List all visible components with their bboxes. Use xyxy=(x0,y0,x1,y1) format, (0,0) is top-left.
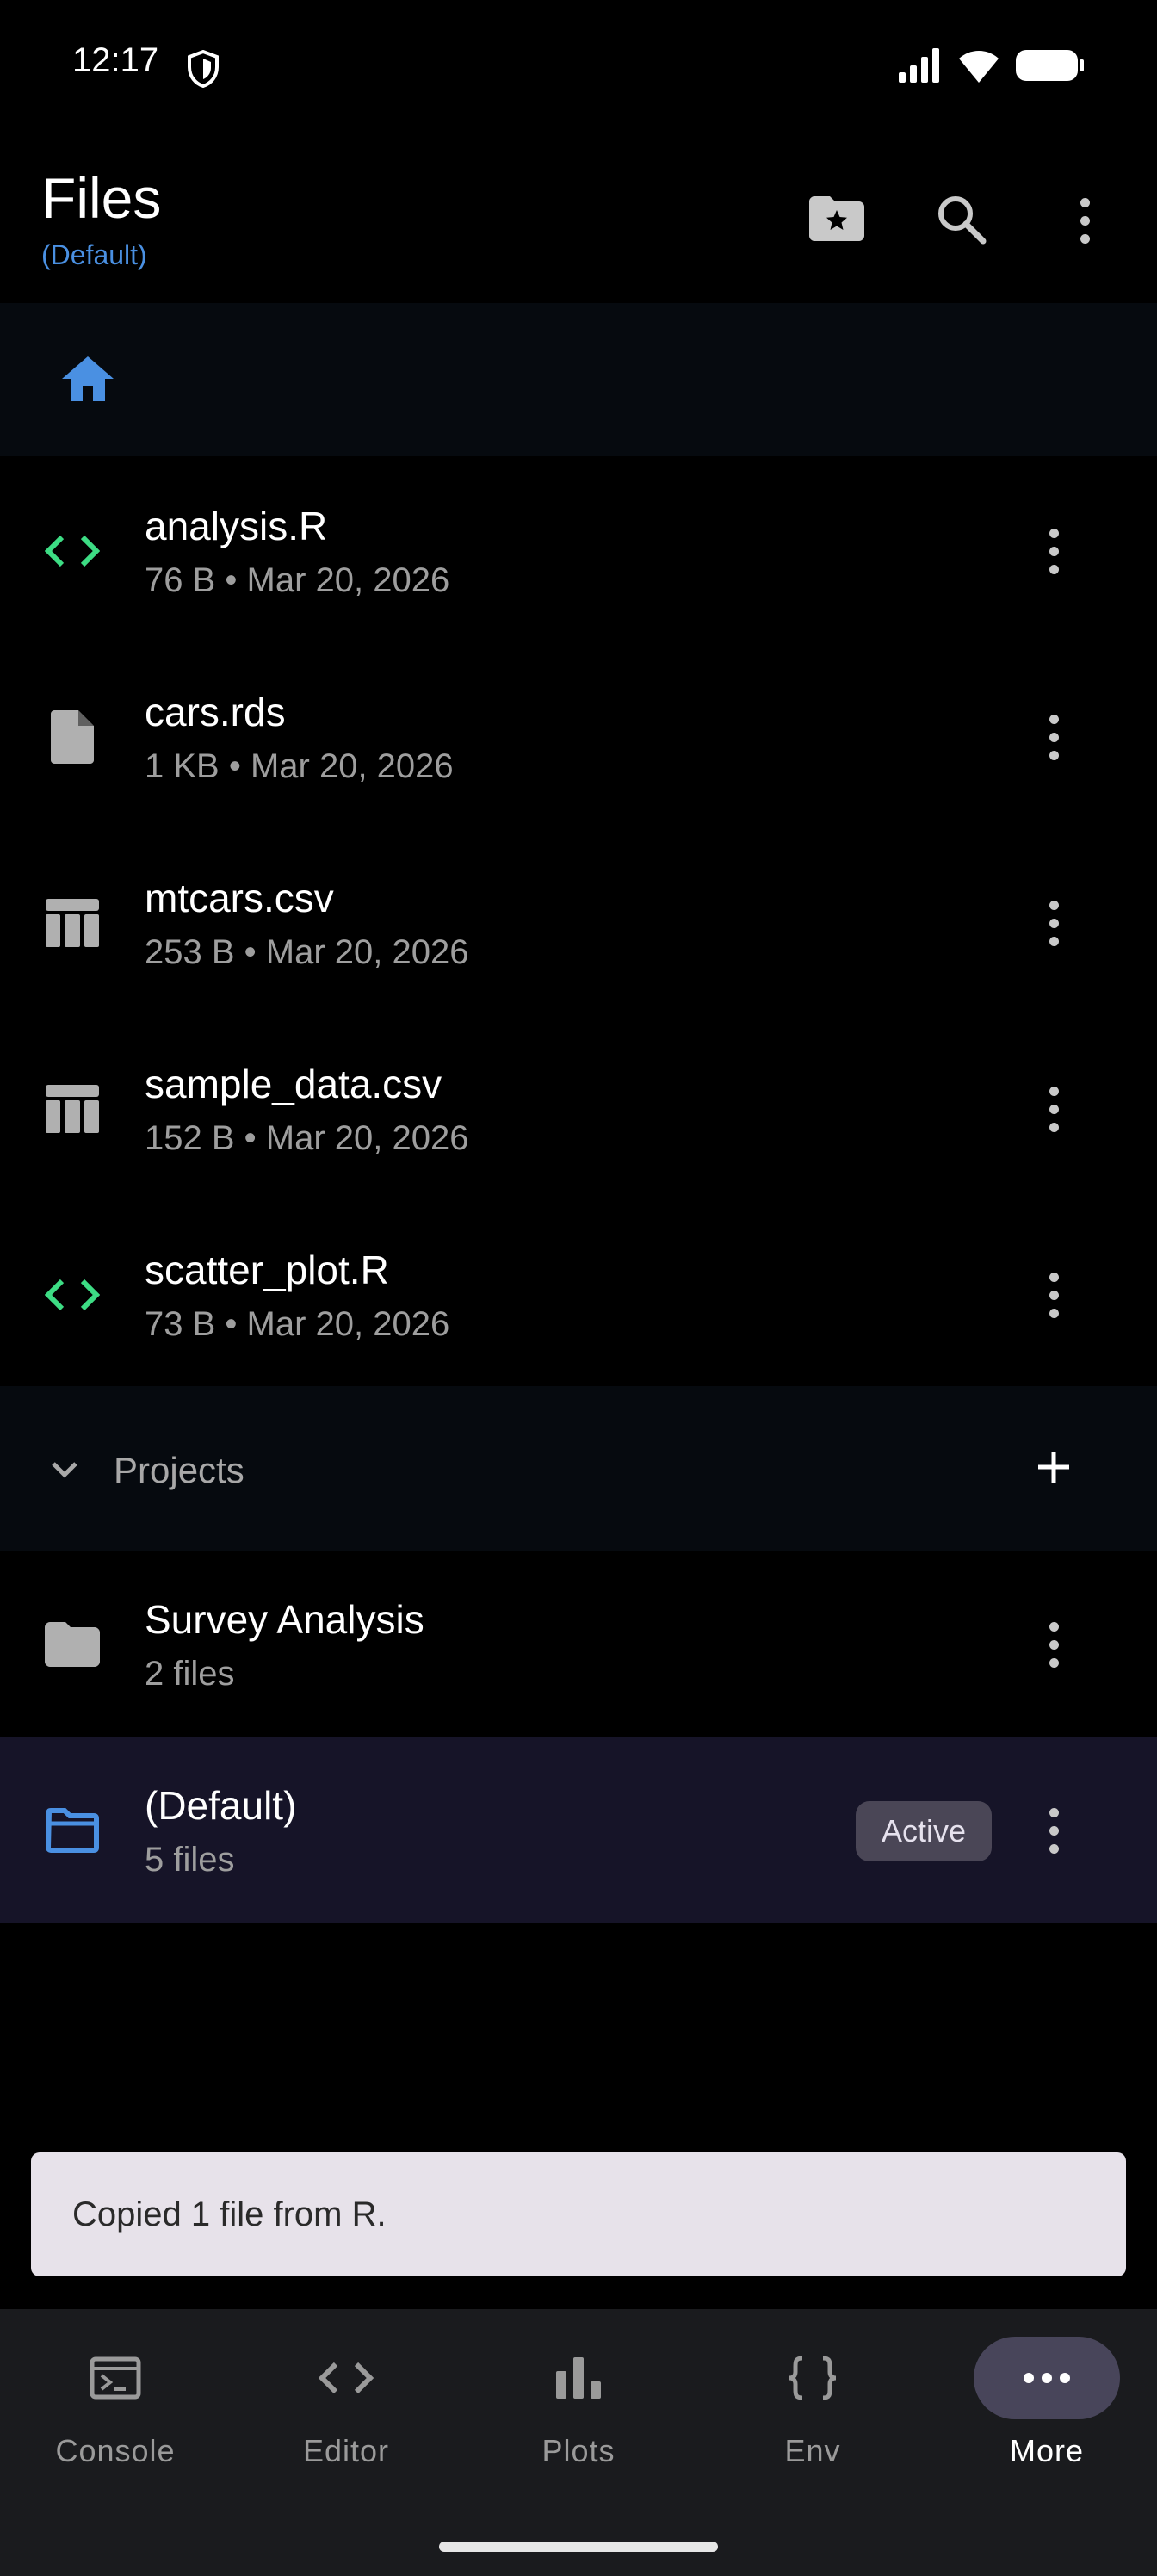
folder-open-icon xyxy=(40,1798,105,1863)
file-meta: 152 B • Mar 20, 2026 xyxy=(145,1119,469,1157)
more-vert-icon xyxy=(1049,1807,1059,1854)
project-subtitle: (Default) xyxy=(41,239,147,270)
plus-icon xyxy=(1035,1448,1073,1490)
home-icon[interactable] xyxy=(60,355,115,407)
project-name: (Default) xyxy=(145,1783,297,1828)
nav-label: Env xyxy=(784,2433,841,2468)
file-menu-button[interactable] xyxy=(1016,1257,1092,1333)
project-name: Survey Analysis xyxy=(145,1597,424,1642)
file-name: cars.rds xyxy=(145,690,286,734)
file-icon xyxy=(40,704,105,770)
nav-label: Plots xyxy=(541,2433,616,2468)
more-vert-icon xyxy=(1049,714,1059,760)
search-icon xyxy=(935,193,987,249)
nav-env[interactable]: Env xyxy=(697,2337,928,2483)
status-time: 12:17 xyxy=(72,41,159,79)
bookmark-folder-icon xyxy=(809,195,864,245)
file-name: analysis.R xyxy=(145,504,328,548)
bottom-nav: Console Editor Plots Env More xyxy=(0,2309,1157,2576)
more-vert-icon xyxy=(1049,1272,1059,1318)
breadcrumb xyxy=(0,303,1157,456)
code-icon xyxy=(273,2337,419,2419)
file-row[interactable]: analysis.R 76 B • Mar 20, 2026 xyxy=(0,458,1157,644)
project-row[interactable]: Survey Analysis 2 files xyxy=(0,1551,1157,1737)
folder-icon xyxy=(40,1612,105,1677)
nav-label: More xyxy=(1009,2433,1085,2468)
page-title: Files xyxy=(41,166,162,230)
file-name: sample_data.csv xyxy=(145,1062,442,1106)
projects-header[interactable]: Projects xyxy=(0,1386,1157,1551)
file-menu-button[interactable] xyxy=(1016,699,1092,775)
table-icon xyxy=(40,890,105,956)
file-row[interactable]: scatter_plot.R 73 B • Mar 20, 2026 xyxy=(0,1202,1157,1388)
bar-chart-icon xyxy=(505,2337,652,2419)
shield-icon xyxy=(186,49,220,89)
file-name: scatter_plot.R xyxy=(145,1248,389,1292)
nav-label: Console xyxy=(55,2433,176,2468)
more-vert-icon xyxy=(1049,1086,1059,1132)
file-meta: 76 B • Mar 20, 2026 xyxy=(145,561,450,599)
more-vert-icon xyxy=(1080,197,1090,244)
active-badge: Active xyxy=(856,1801,992,1861)
file-row[interactable]: mtcars.csv 253 B • Mar 20, 2026 xyxy=(0,830,1157,1016)
file-row[interactable]: sample_data.csv 152 B • Mar 20, 2026 xyxy=(0,1016,1157,1202)
snackbar: Copied 1 file from R. xyxy=(31,2152,1126,2276)
file-menu-button[interactable] xyxy=(1016,513,1092,589)
file-meta: 1 KB • Mar 20, 2026 xyxy=(145,747,454,785)
code-icon xyxy=(40,518,105,584)
nav-more[interactable]: More xyxy=(931,2337,1157,2483)
home-indicator xyxy=(439,2542,718,2552)
more-vert-icon xyxy=(1049,900,1059,946)
file-meta: 73 B • Mar 20, 2026 xyxy=(145,1305,450,1343)
snackbar-message: Copied 1 file from R. xyxy=(72,2195,387,2233)
add-project-button[interactable] xyxy=(1016,1431,1092,1507)
file-menu-button[interactable] xyxy=(1016,885,1092,961)
project-meta: 2 files xyxy=(145,1655,235,1693)
table-icon xyxy=(40,1076,105,1142)
status-icons xyxy=(899,48,1085,87)
project-row-active[interactable]: (Default) 5 files Active xyxy=(0,1737,1157,1923)
nav-plots[interactable]: Plots xyxy=(463,2337,694,2483)
more-vert-icon xyxy=(1049,528,1059,574)
file-menu-button[interactable] xyxy=(1016,1071,1092,1147)
battery-icon xyxy=(1016,48,1085,87)
file-meta: 253 B • Mar 20, 2026 xyxy=(145,933,469,971)
overflow-menu-button[interactable] xyxy=(1049,184,1121,257)
more-horiz-icon xyxy=(974,2337,1120,2419)
bookmark-folder-button[interactable] xyxy=(801,184,873,257)
search-button[interactable] xyxy=(925,184,997,257)
file-name: mtcars.csv xyxy=(145,876,334,920)
signal-icon xyxy=(899,48,942,87)
braces-icon xyxy=(739,2337,886,2419)
nav-console[interactable]: Console xyxy=(0,2337,231,2483)
projects-label: Projects xyxy=(114,1450,244,1490)
more-vert-icon xyxy=(1049,1621,1059,1668)
project-meta: 5 files xyxy=(145,1841,235,1879)
chevron-down-icon xyxy=(50,1460,79,1483)
wifi-icon xyxy=(957,48,1000,87)
project-menu-button[interactable] xyxy=(1016,1793,1092,1868)
nav-label: Editor xyxy=(302,2433,390,2468)
file-row[interactable]: cars.rds 1 KB • Mar 20, 2026 xyxy=(0,644,1157,830)
project-menu-button[interactable] xyxy=(1016,1607,1092,1682)
terminal-icon xyxy=(42,2337,189,2419)
code-icon xyxy=(40,1262,105,1328)
nav-editor[interactable]: Editor xyxy=(231,2337,461,2483)
